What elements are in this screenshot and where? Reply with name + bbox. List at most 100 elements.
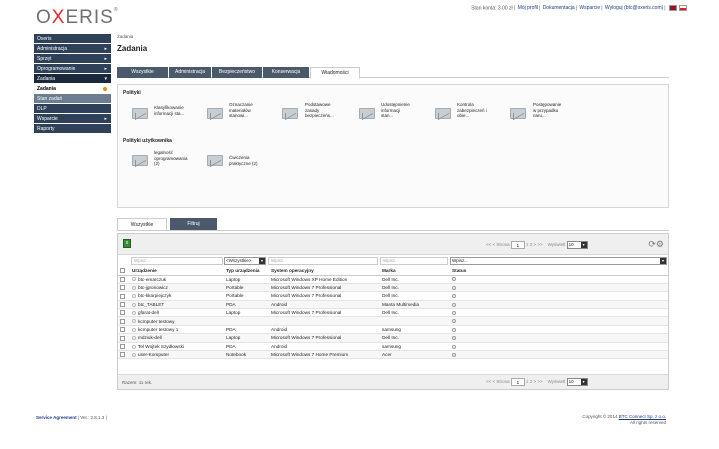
status-filter-select[interactable]: Wpisz... (450, 257, 667, 265)
tab-bezpieczenstwo[interactable]: Bezpieczeństwo (212, 67, 262, 78)
device-status-icon (132, 277, 136, 282)
page-size-select[interactable]: 10 (566, 378, 588, 386)
sidebar-item-oprogramowanie[interactable]: Oprogramowanie ▸ (34, 64, 111, 74)
service-agreement-link[interactable]: Service Agreement (36, 415, 77, 420)
page-size-select[interactable]: 10 (566, 241, 588, 249)
sidebar-item-zadania[interactable]: Zadania ▾ (34, 74, 111, 84)
sidebar-item-sprzet[interactable]: Sprzęt ▸ (34, 54, 111, 64)
table-row[interactable]: gfarat-dell Laptop Microsoft Windows 7 Pro… (118, 308, 668, 318)
cell-device[interactable]: kcmputer testowy (130, 316, 224, 326)
os-filter-input[interactable]: Wpisz... (268, 257, 378, 265)
cell-os: Android (269, 342, 380, 352)
company-link[interactable]: BTC Connect Sp. z o.o. (619, 414, 666, 419)
page-number-input[interactable] (510, 378, 525, 386)
filter-row: Wpisz... <Wszystkie> Wpisz... Wpisz... W… (118, 257, 668, 266)
row-checkbox[interactable] (120, 318, 125, 324)
cell-brand: Dell Inc. (380, 308, 450, 318)
tab-wszystkie-devices[interactable]: Wszystkie (117, 218, 167, 230)
cell-status (450, 275, 668, 284)
cell-os: Microsoft Windows 7 Professional (269, 291, 380, 301)
table-row[interactable]: user-Komputer Notebook Microsoft Windows 7… (118, 350, 668, 360)
gear-icon[interactable]: ⚙ (656, 239, 664, 249)
cell-type: Notebook (224, 350, 269, 360)
refresh-settings-icons[interactable]: ⟳⚙ (648, 239, 664, 250)
table-row[interactable]: mdziuk-dell Laptop Microsoft Windows 7 Pro… (118, 333, 668, 343)
tab-wszystkie[interactable]: Wszystkie (117, 67, 168, 78)
envelope-icon (359, 108, 375, 119)
row-checkbox[interactable] (120, 293, 125, 299)
row-checkbox[interactable] (120, 310, 125, 316)
row-checkbox[interactable] (120, 302, 125, 307)
tab-wiadomosci[interactable]: Wiadomości (310, 67, 360, 79)
active-dot-icon (103, 87, 107, 91)
sidebar-subitem-stan-zadan[interactable]: Stan zadań (34, 94, 111, 104)
row-checkbox[interactable] (120, 343, 125, 349)
row-checkbox[interactable] (120, 335, 125, 341)
cell-brand: Dell Inc. (380, 283, 450, 293)
page-number-input[interactable] (510, 241, 525, 249)
breadcrumb[interactable]: Zadania (117, 34, 669, 39)
table-row[interactable]: kcmputer testowy (118, 316, 668, 326)
column-header-status[interactable]: Status (450, 267, 668, 276)
footer-right: Copyright © 2014 BTC Connect Sp. z o.o. … (582, 414, 666, 425)
prev-page-button[interactable]: << < Strona (486, 242, 510, 247)
cell-device[interactable]: btc-kkarpiejczyk (130, 291, 224, 301)
profile-link[interactable]: Mój profil (518, 5, 538, 11)
row-checkbox[interactable] (120, 276, 125, 282)
cell-device[interactable]: mdziuk-dell (130, 333, 224, 343)
next-page-button[interactable]: z 2 > >> (526, 242, 542, 247)
cell-device[interactable]: gfarat-dell (130, 308, 224, 318)
prev-page-button[interactable]: << < Strona (486, 379, 510, 384)
cell-device[interactable]: user-Komputer (130, 350, 224, 360)
column-header-marka[interactable]: Marka (380, 267, 450, 276)
cell-os: Microsoft Windows 7 Professional (269, 308, 380, 318)
device-filter-input[interactable]: Wpisz... (131, 257, 223, 265)
cell-brand (380, 316, 450, 326)
row-checkbox[interactable] (120, 327, 125, 333)
version-label: Ver.: 2.8.1.3 (80, 415, 105, 420)
cell-device[interactable]: kcmputer testowy 1 (130, 325, 224, 335)
account-balance: Stan konta: 3.00 zł (471, 5, 513, 12)
column-header-urzadzenie[interactable]: Urządzenie (130, 267, 224, 276)
sidebar-item-administracja[interactable]: Administracja ▸ (34, 44, 111, 54)
cell-device[interactable]: btc-jgronowicz (130, 283, 224, 293)
tab-filtruj[interactable]: Filtruj (170, 218, 217, 230)
row-checkbox[interactable] (120, 352, 125, 358)
cell-device[interactable]: btc-emarczuk (130, 275, 224, 284)
support-link[interactable]: Wsparcie (579, 5, 600, 11)
table-row[interactable]: Tel Wojtek Szydłowski PDA Android samsung (118, 342, 668, 352)
docs-link[interactable]: Dokumentacja (543, 5, 575, 11)
status-indicator-icon (452, 352, 456, 357)
table-row[interactable]: btc-kkarpiejczyk Portable Microsoft Window… (118, 291, 668, 301)
tab-administracja[interactable]: Administracja (169, 67, 211, 78)
section-header-polityki: Polityki (123, 90, 141, 96)
polish-flag-icon[interactable] (679, 5, 687, 11)
oxeris-logo[interactable]: OXERIS® (36, 7, 119, 29)
table-row[interactable]: btc-emarczuk Laptop Microsoft Windows XP H… (118, 275, 668, 284)
type-filter-select[interactable]: <Wszystkie> (224, 257, 266, 265)
english-flag-icon[interactable] (669, 5, 677, 11)
tab-konserwacja[interactable]: Konserwacja (263, 67, 309, 78)
column-header-system[interactable]: System operacyjny (269, 267, 380, 276)
table-row[interactable]: btc-jgronowicz Portable Microsoft Windows … (118, 283, 668, 293)
category-tabs: Wszystkie Administracja Bezpieczeństwo K… (117, 67, 669, 79)
next-page-button[interactable]: z 2 > >> (526, 379, 542, 384)
table-row[interactable]: btc_TABLET PDA Android Manta Multimedia (118, 300, 668, 310)
cell-device[interactable]: btc_TABLET (130, 300, 224, 310)
cell-device[interactable]: Tel Wojtek Szydłowski (130, 342, 224, 352)
sidebar-item-raporty[interactable]: Raporty (34, 124, 111, 134)
sidebar-item-wsparcie[interactable]: Wsparcie ▸ (34, 114, 111, 124)
sidebar-subitem-zadania[interactable]: Zadania (34, 84, 111, 94)
sidebar-item-dlp[interactable]: DLP (34, 104, 111, 114)
sidebar-item-oxeris[interactable]: Oxeris (34, 34, 111, 44)
envelope-icon (207, 155, 223, 166)
column-header-typ[interactable]: Typ urządzenia (224, 267, 269, 276)
export-excel-icon[interactable]: x (123, 239, 131, 248)
cell-type: Laptop (224, 308, 269, 318)
refresh-icon[interactable]: ⟳ (648, 239, 656, 249)
table-row[interactable]: kcmputer testowy 1 PDA Android samsung (118, 325, 668, 335)
row-checkbox[interactable] (120, 285, 125, 291)
brand-filter-input[interactable]: Wpisz... (380, 257, 448, 265)
logout-link[interactable]: Wyloguj (btc@oxeris.com) (605, 5, 663, 11)
select-all-checkbox[interactable] (120, 268, 125, 274)
